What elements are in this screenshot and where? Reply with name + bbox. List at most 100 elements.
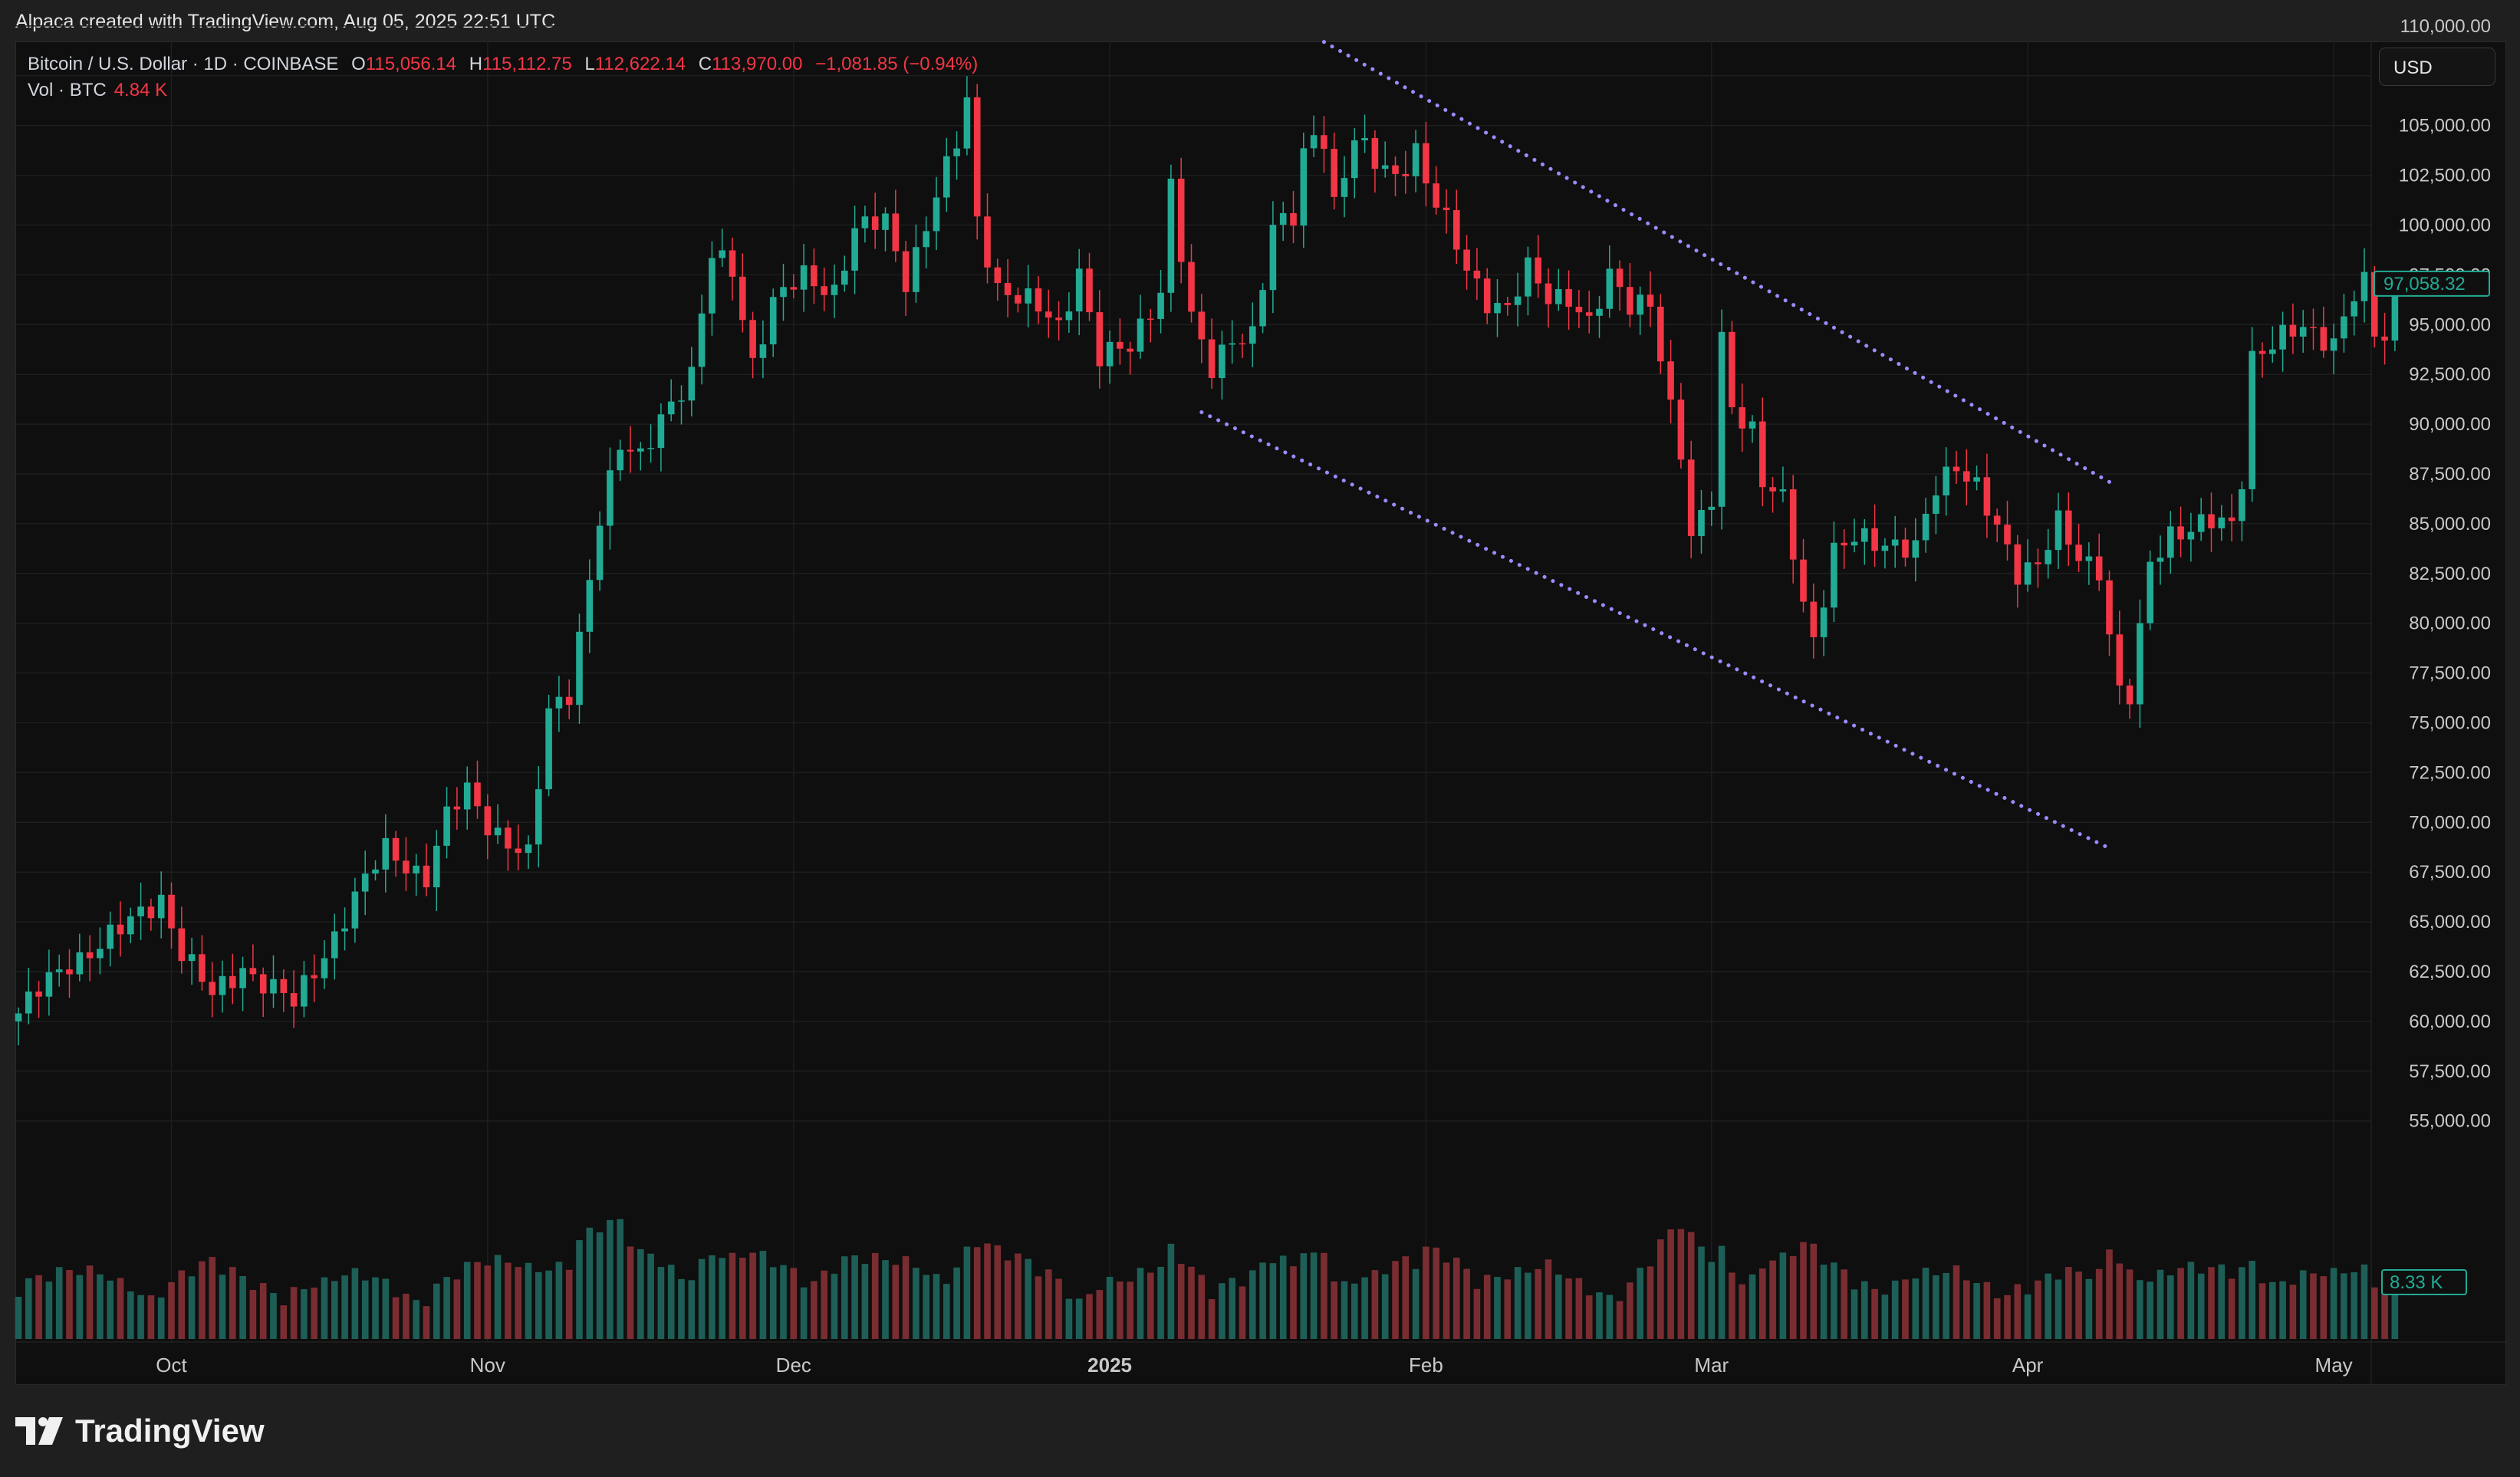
volume-bar xyxy=(1035,1276,1042,1339)
price-tick-label: 67,500.00 xyxy=(2409,862,2491,883)
candle-body xyxy=(1483,278,1491,314)
volume-bar xyxy=(423,1306,430,1339)
candle-body xyxy=(1086,268,1093,313)
candle-body xyxy=(1198,311,1206,340)
currency-selector[interactable]: USD xyxy=(2379,48,2495,86)
candle-body xyxy=(1290,212,1297,226)
volume-bar xyxy=(1667,1229,1674,1339)
time-axis[interactable]: Oct Nov Dec 2025 Feb Mar Apr May xyxy=(156,1354,2352,1377)
volume-bar xyxy=(1055,1278,1062,1339)
price-tick-label: 102,500.00 xyxy=(2399,166,2491,186)
candle-body xyxy=(1259,290,1266,327)
volume-bar xyxy=(1525,1272,1531,1339)
tradingview-logo[interactable]: TradingView xyxy=(15,1413,265,1449)
volume-bar xyxy=(474,1262,481,1339)
volume-bar xyxy=(1433,1247,1439,1339)
candle-body xyxy=(1616,268,1624,288)
volume-bar xyxy=(1555,1275,1562,1339)
volume-bar xyxy=(1800,1242,1807,1339)
candle-body xyxy=(943,156,950,198)
candle-body xyxy=(1035,288,1042,312)
volume-bar xyxy=(1086,1294,1093,1339)
volume-bar xyxy=(351,1268,359,1339)
candle-body xyxy=(555,696,563,709)
candle-body xyxy=(2258,350,2266,354)
volume-bar xyxy=(617,1219,623,1339)
candle-body xyxy=(463,782,471,810)
candle-body xyxy=(2381,336,2388,341)
volume-bar xyxy=(443,1277,450,1339)
candle-body xyxy=(280,979,288,993)
candlestick-chart[interactable]: 115,000.00110,000.00107,500.00105,000.00… xyxy=(0,0,2520,1477)
candle-body xyxy=(2360,271,2368,301)
volume-bar xyxy=(1708,1262,1716,1339)
candle-body xyxy=(1922,513,1929,541)
candle-body xyxy=(1351,140,1358,179)
volume-bar xyxy=(637,1248,644,1339)
volume-bar xyxy=(1514,1267,1522,1339)
symbol-title[interactable]: Bitcoin / U.S. Dollar · 1D · COINBASE xyxy=(28,54,338,74)
candle-body xyxy=(1627,287,1633,315)
price-tick-label: 55,000.00 xyxy=(2409,1111,2491,1132)
volume-bar xyxy=(1015,1253,1021,1339)
volume-bar xyxy=(1177,1264,1185,1339)
candle-body xyxy=(913,247,920,292)
candle-body xyxy=(1943,466,1949,496)
price-tick-label: 105,000.00 xyxy=(2399,116,2491,137)
candle-body xyxy=(505,827,512,849)
price-tick-label: 65,000.00 xyxy=(2409,912,2491,933)
volume-bar xyxy=(1739,1284,1745,1339)
volume-bar xyxy=(1851,1289,1858,1339)
candle-body xyxy=(800,265,808,290)
candle-body xyxy=(45,972,53,997)
volume-bar xyxy=(321,1277,328,1339)
candle-body xyxy=(607,470,614,526)
volume-bar xyxy=(1412,1268,1420,1339)
volume-bar xyxy=(1004,1260,1012,1339)
candle-body xyxy=(1433,183,1439,208)
candle-body xyxy=(1800,559,1807,602)
candle-body xyxy=(994,267,1002,284)
volume-bar xyxy=(861,1263,869,1339)
volume-bar xyxy=(2341,1273,2347,1339)
volume-bar xyxy=(709,1255,716,1339)
volume-bar xyxy=(627,1246,634,1339)
candle-body xyxy=(1412,143,1420,176)
volume-bar xyxy=(270,1293,277,1339)
candle-body xyxy=(1331,149,1337,197)
volume-bar xyxy=(1117,1281,1123,1339)
candle-body xyxy=(413,865,419,873)
volume-bar xyxy=(2360,1264,2368,1339)
volume-bar xyxy=(311,1288,317,1339)
price-tick-label: 60,000.00 xyxy=(2409,1012,2491,1032)
open-label: O xyxy=(351,54,366,74)
candle-body xyxy=(209,982,215,995)
high-value: 115,112.75 xyxy=(482,54,572,74)
candle-body xyxy=(1647,294,1654,307)
candle-body xyxy=(1983,477,1991,516)
volume-bar xyxy=(1443,1262,1450,1339)
volume-bar xyxy=(76,1275,84,1339)
volume-bar xyxy=(259,1283,267,1339)
volume-bar xyxy=(1137,1268,1144,1339)
volume-bar xyxy=(1973,1282,1980,1339)
candle-body xyxy=(2116,634,2124,686)
volume-bar xyxy=(1259,1262,1266,1339)
candle-body xyxy=(1729,331,1735,408)
candle-body xyxy=(2249,350,2255,489)
volume-bar xyxy=(1963,1280,1970,1339)
volume-bar xyxy=(392,1297,400,1339)
volume-bar xyxy=(209,1257,215,1339)
volume-bar xyxy=(331,1281,338,1339)
candle-body xyxy=(1698,509,1705,537)
volume-bar xyxy=(923,1275,929,1339)
price-axis[interactable]: 115,000.00110,000.00107,500.00105,000.00… xyxy=(2399,0,2491,1132)
candle-body xyxy=(199,954,206,982)
candle-body xyxy=(1851,541,1858,546)
candle-body xyxy=(1912,540,1920,558)
volume-bar xyxy=(341,1275,348,1339)
candle-body xyxy=(1392,165,1399,174)
candle-body xyxy=(1453,210,1460,250)
volume-bar xyxy=(1769,1260,1776,1339)
trendlines xyxy=(1199,40,2111,850)
